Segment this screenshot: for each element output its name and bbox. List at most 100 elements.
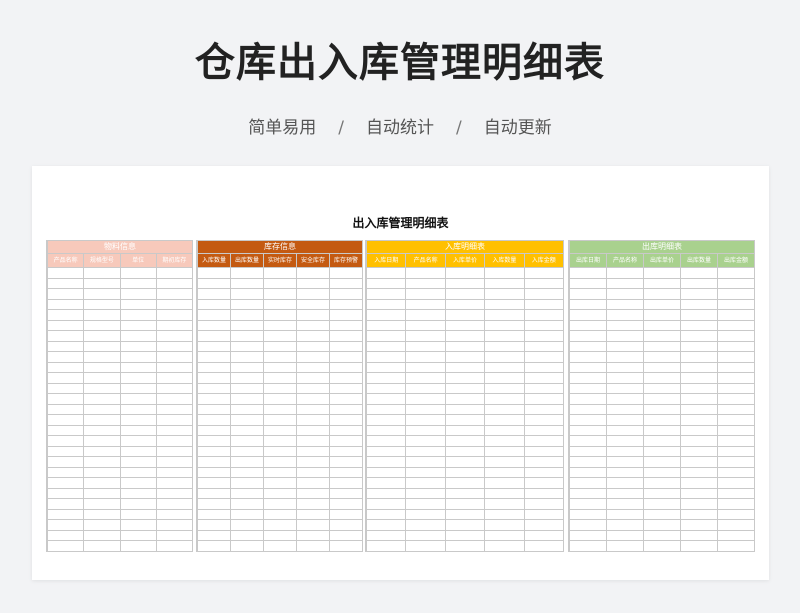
table-cell[interactable] (329, 361, 363, 373)
table-cell[interactable] (643, 498, 681, 510)
table-cell[interactable] (365, 319, 407, 331)
table-cell[interactable] (717, 487, 755, 499)
table-cell[interactable] (484, 361, 525, 373)
table-cell[interactable] (263, 330, 297, 342)
table-cell[interactable] (296, 277, 330, 289)
table-cell[interactable] (230, 382, 264, 394)
table-cell[interactable] (263, 351, 297, 363)
table-cell[interactable] (365, 361, 407, 373)
table-cell[interactable] (643, 298, 681, 310)
table-cell[interactable] (46, 403, 85, 415)
table-cell[interactable] (484, 288, 525, 300)
table-cell[interactable] (83, 498, 121, 510)
table-cell[interactable] (329, 319, 363, 331)
table-cell[interactable] (569, 445, 607, 457)
table-cell[interactable] (155, 498, 194, 510)
table-cell[interactable] (230, 351, 264, 363)
table-cell[interactable] (569, 372, 607, 384)
table-cell[interactable] (329, 424, 363, 436)
table-cell[interactable] (680, 393, 718, 405)
table-cell[interactable] (155, 477, 194, 489)
table-cell[interactable] (197, 267, 231, 279)
table-cell[interactable] (365, 487, 407, 499)
table-cell[interactable] (569, 298, 607, 310)
table-cell[interactable] (405, 508, 446, 520)
table-cell[interactable] (717, 298, 755, 310)
table-cell[interactable] (263, 288, 297, 300)
table-cell[interactable] (444, 319, 486, 331)
table-cell[interactable] (484, 372, 525, 384)
table-cell[interactable] (155, 540, 194, 552)
table-cell[interactable] (365, 424, 407, 436)
table-cell[interactable] (569, 330, 607, 342)
table-cell[interactable] (606, 403, 644, 415)
table-cell[interactable] (717, 267, 755, 279)
table-cell[interactable] (296, 382, 330, 394)
table-cell[interactable] (444, 351, 486, 363)
table-cell[interactable] (569, 340, 607, 352)
table-cell[interactable] (444, 288, 486, 300)
table-cell[interactable] (83, 540, 121, 552)
table-cell[interactable] (523, 487, 565, 499)
table-cell[interactable] (444, 277, 486, 289)
table-cell[interactable] (606, 424, 644, 436)
table-cell[interactable] (197, 382, 231, 394)
table-cell[interactable] (296, 340, 330, 352)
table-cell[interactable] (365, 435, 407, 447)
table-cell[interactable] (680, 340, 718, 352)
table-cell[interactable] (46, 277, 85, 289)
table-cell[interactable] (606, 361, 644, 373)
table-cell[interactable] (296, 498, 330, 510)
table-cell[interactable] (119, 340, 157, 352)
table-cell[interactable] (405, 298, 446, 310)
table-cell[interactable] (606, 508, 644, 520)
table-cell[interactable] (155, 382, 194, 394)
table-cell[interactable] (405, 393, 446, 405)
table-cell[interactable] (643, 382, 681, 394)
table-cell[interactable] (119, 445, 157, 457)
table-cell[interactable] (680, 477, 718, 489)
table-cell[interactable] (155, 445, 194, 457)
table-cell[interactable] (444, 382, 486, 394)
table-cell[interactable] (230, 393, 264, 405)
table-cell[interactable] (643, 487, 681, 499)
table-cell[interactable] (296, 456, 330, 468)
table-cell[interactable] (296, 309, 330, 321)
table-cell[interactable] (119, 529, 157, 541)
table-cell[interactable] (263, 319, 297, 331)
table-cell[interactable] (329, 372, 363, 384)
table-cell[interactable] (296, 529, 330, 541)
table-cell[interactable] (680, 424, 718, 436)
table-cell[interactable] (569, 319, 607, 331)
table-cell[interactable] (405, 445, 446, 457)
table-cell[interactable] (680, 319, 718, 331)
table-cell[interactable] (405, 309, 446, 321)
table-cell[interactable] (717, 372, 755, 384)
table-cell[interactable] (444, 498, 486, 510)
table-cell[interactable] (444, 487, 486, 499)
table-cell[interactable] (444, 403, 486, 415)
table-cell[interactable] (365, 456, 407, 468)
table-cell[interactable] (83, 424, 121, 436)
table-cell[interactable] (444, 540, 486, 552)
table-cell[interactable] (329, 529, 363, 541)
table-cell[interactable] (717, 529, 755, 541)
table-cell[interactable] (405, 288, 446, 300)
table-cell[interactable] (717, 414, 755, 426)
table-cell[interactable] (230, 403, 264, 415)
table-cell[interactable] (523, 477, 565, 489)
table-cell[interactable] (263, 508, 297, 520)
table-cell[interactable] (46, 372, 85, 384)
table-cell[interactable] (296, 319, 330, 331)
table-cell[interactable] (155, 403, 194, 415)
table-cell[interactable] (46, 540, 85, 552)
table-cell[interactable] (405, 456, 446, 468)
table-cell[interactable] (717, 498, 755, 510)
table-cell[interactable] (680, 330, 718, 342)
table-cell[interactable] (643, 330, 681, 342)
table-cell[interactable] (83, 445, 121, 457)
table-cell[interactable] (365, 519, 407, 531)
table-cell[interactable] (155, 393, 194, 405)
table-cell[interactable] (405, 466, 446, 478)
table-cell[interactable] (296, 330, 330, 342)
